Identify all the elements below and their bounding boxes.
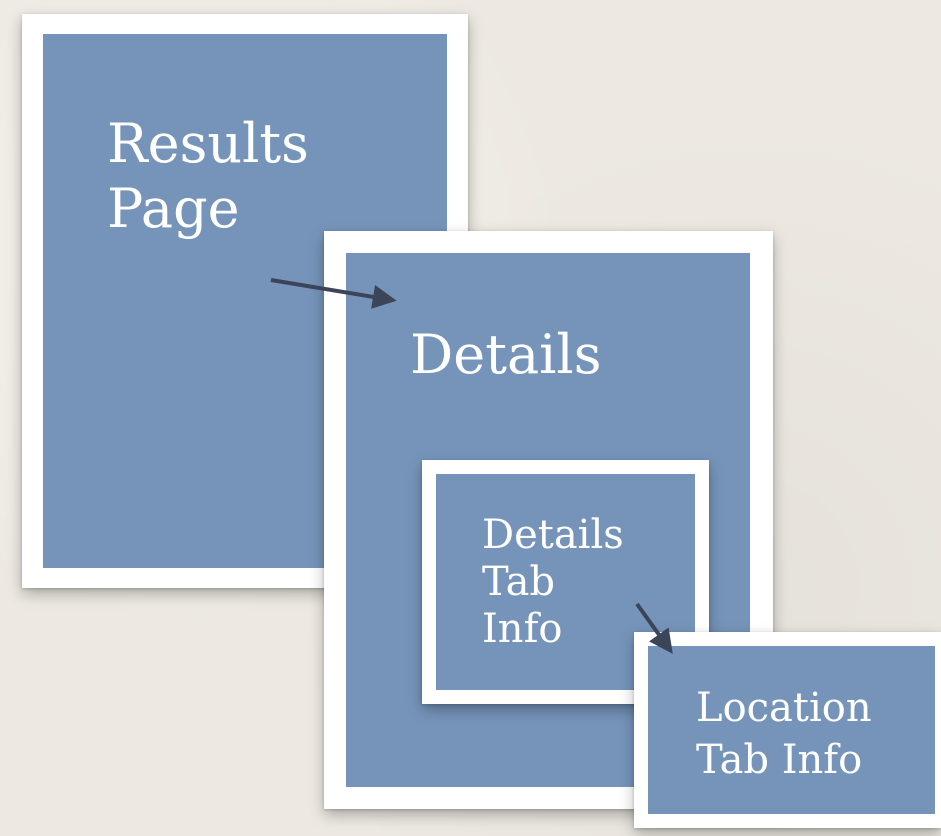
details-label-line-1: Details (410, 323, 602, 386)
results-page-label-line-1: Results (107, 112, 309, 175)
results-page-label-line-2: Page (107, 176, 240, 240)
details-tab-info-line-3: Info (482, 606, 563, 653)
location-tab-info-line-1: Location (696, 685, 872, 731)
details-tab-info-label: Details Tab Info (482, 512, 624, 654)
location-tab-info-card: Location Tab Info (634, 632, 941, 828)
details-label: Details (410, 323, 601, 388)
location-tab-info-panel: Location Tab Info (648, 646, 935, 814)
details-tab-info-line-2: Tab (482, 559, 556, 606)
results-page-label: Results Page (107, 112, 309, 242)
details-tab-info-line-1: Details (482, 512, 624, 558)
location-tab-info-line-2: Tab Info (696, 737, 863, 783)
location-tab-info-label: Location Tab Info (696, 682, 872, 786)
